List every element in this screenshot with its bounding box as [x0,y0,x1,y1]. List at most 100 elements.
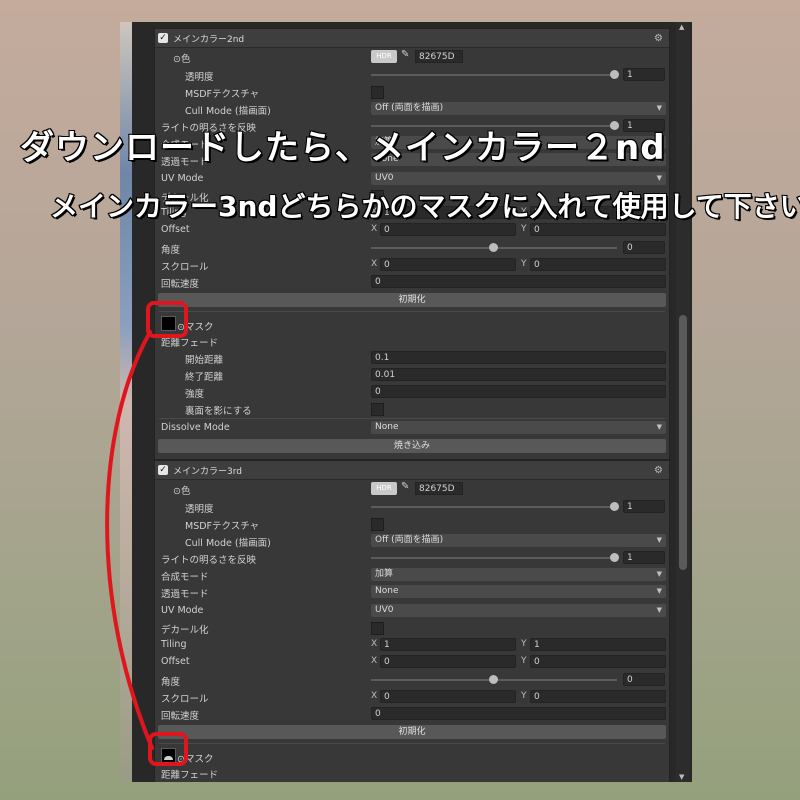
msdf-toggle[interactable] [371,86,384,99]
msdf-toggle[interactable] [371,518,384,531]
dissolve-dropdown[interactable]: None ▼ [371,421,666,434]
distfade-label: 距離フェード [161,770,219,781]
transparency-field[interactable]: 1 [623,500,665,513]
enable-3rd-checkbox[interactable]: ✓ [158,465,168,475]
eyedropper-icon[interactable]: ✎ [401,481,409,492]
end-dist-label: 終了距離 [185,372,224,383]
angle-label: 角度 [161,677,181,688]
scroll-x-field[interactable]: 0 [380,690,516,703]
slider-knob[interactable] [610,70,619,79]
slider-knob[interactable] [489,675,498,684]
distfade-label: 距離フェード [161,338,219,349]
offset-label: Offset [161,224,190,235]
mask-label: ⊙マスク [177,322,214,333]
hdr-color-swatch[interactable]: HDR [371,482,397,495]
transparency-label: 透明度 [185,504,214,515]
transparency-row: 透明度 1 [155,499,669,516]
angle-label: 角度 [161,245,181,256]
uv-dropdown[interactable]: UV0 ▼ [371,172,666,185]
offset-row: Offset X 0 Y 0 [155,654,669,671]
scroll-up-icon[interactable]: ▲ [679,23,684,31]
start-dist-row: 開始距離 0.1 [155,350,669,367]
alpha-dropdown[interactable]: None ▼ [371,585,666,598]
reset-button[interactable]: 初期化 [158,725,666,739]
end-dist-row: 終了距離 0.01 [155,367,669,384]
slider-knob[interactable] [489,243,498,252]
uv-dropdown[interactable]: UV0 ▼ [371,604,666,617]
gear-icon[interactable]: ⚙ [654,33,663,44]
strength-field[interactable]: 0 [371,385,666,398]
y-label: Y [521,691,527,701]
color-hex-field[interactable]: 82675D [415,50,463,63]
light-field[interactable]: 1 [623,551,665,564]
divider [159,418,665,419]
msdf-row: MSDFテクスチャ [155,84,669,101]
blend-dropdown[interactable]: 加算 ▼ [371,568,666,581]
tiling-row: Tiling X 1 Y 1 [155,637,669,654]
angle-field[interactable]: 0 [623,241,665,254]
x-label: X [371,639,378,649]
uv-label: UV Mode [161,605,204,616]
cull-dropdown[interactable]: Off (両面を描画) ▼ [371,102,666,115]
offset-y-field[interactable]: 0 [530,655,666,668]
decal-toggle[interactable] [371,622,384,635]
angle-slider[interactable] [371,243,617,252]
cull-label: Cull Mode (描画面) [185,106,271,117]
x-label: X [371,656,378,666]
end-dist-field[interactable]: 0.01 [371,368,666,381]
backshadow-toggle[interactable] [371,403,384,416]
y-label: Y [521,259,527,269]
cull-row: Cull Mode (描画面) Off (両面を描画) ▼ [155,101,669,118]
angle-slider[interactable] [371,675,617,684]
tiling-x-field[interactable]: 1 [380,638,516,651]
bake-button[interactable]: 焼き込み [158,439,666,453]
distfade-row: 距離フェード [155,765,669,782]
transparency-slider[interactable] [371,502,619,511]
eyedropper-icon[interactable]: ✎ [401,49,409,60]
transparency-field[interactable]: 1 [623,68,665,81]
panel-header-3rd: ✓ メインカラー3rd ⚙ [155,461,669,480]
divider [159,311,665,312]
light-row: ライトの明るさを反映 1 [155,550,669,567]
distfade-row: 距離フェード [155,333,669,350]
angle-field[interactable]: 0 [623,673,665,686]
mask-texture-slot[interactable] [161,316,176,331]
blend-row: 合成モード 加算 ▼ [155,567,669,584]
slider-knob[interactable] [610,553,619,562]
rotation-field[interactable]: 0 [371,707,666,720]
reset-button[interactable]: 初期化 [158,293,666,307]
x-label: X [371,259,378,269]
main-color-2nd-panel: ✓ メインカラー2nd ⚙ ⊙色 HDR ✎ 82675D 透明度 1 MSDF… [154,28,670,460]
transparency-row: 透明度 1 [155,67,669,84]
decal-label: デカール化 [161,625,209,636]
start-dist-field[interactable]: 0.1 [371,351,666,364]
scroll-down-icon[interactable]: ▼ [679,773,684,781]
hdr-color-swatch[interactable]: HDR [371,50,397,63]
light-slider[interactable] [371,553,619,562]
color-hex-field[interactable]: 82675D [415,482,463,495]
y-label: Y [521,224,527,234]
enable-2nd-checkbox[interactable]: ✓ [158,33,168,43]
msdf-label: MSDFテクスチャ [185,89,260,100]
offset-x-field[interactable]: 0 [380,655,516,668]
instruction-line-1: ダウンロードしたら、メインカラー２nd [19,127,666,169]
rotation-field[interactable]: 0 [371,275,666,288]
color-row: ⊙色 HDR ✎ 82675D [155,49,669,66]
transparency-slider[interactable] [371,70,619,79]
cull-label: Cull Mode (描画面) [185,538,271,549]
cull-dropdown[interactable]: Off (両面を描画) ▼ [371,534,666,547]
scroll-y-field[interactable]: 0 [530,690,666,703]
scroll-label: スクロール [161,262,209,273]
slider-knob[interactable] [610,502,619,511]
mask-row: ⊙マスク [155,313,669,335]
dissolve-label: Dissolve Mode [161,422,230,433]
rotation-label: 回転速度 [161,279,200,290]
scrollbar-thumb[interactable] [679,315,687,570]
rotation-label: 回転速度 [161,711,200,722]
scroll-y-field[interactable]: 0 [530,258,666,271]
scroll-row: スクロール X 0 Y 0 [155,689,669,706]
mask-texture-slot[interactable] [161,748,176,763]
gear-icon[interactable]: ⚙ [654,465,663,476]
scroll-x-field[interactable]: 0 [380,258,516,271]
tiling-y-field[interactable]: 1 [530,638,666,651]
